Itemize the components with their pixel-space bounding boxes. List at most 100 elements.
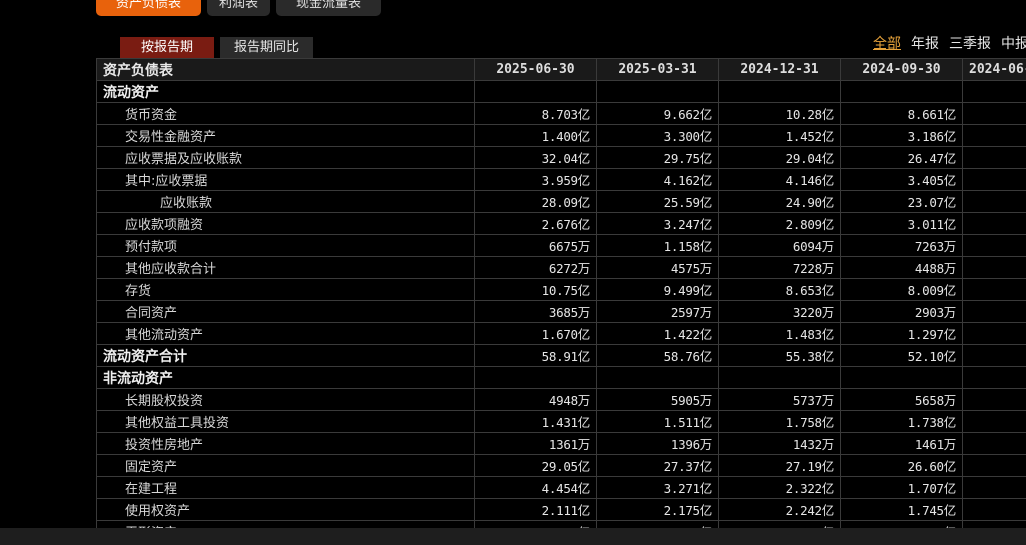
filter-annual[interactable]: 年报 bbox=[911, 33, 939, 53]
column-header-date[interactable]: 2024-12-31 bbox=[718, 58, 841, 81]
cell-value: 28.09亿 bbox=[474, 190, 597, 213]
cell-value: 32.04亿 bbox=[474, 146, 597, 169]
cell-value bbox=[718, 80, 841, 103]
horizontal-scrollbar[interactable] bbox=[0, 528, 1026, 545]
table-row: 货币资金 8.703亿 9.662亿 10.28亿 8.661亿 bbox=[96, 102, 1026, 125]
cell-value: 7263万 bbox=[840, 234, 963, 257]
balance-sheet-table-container[interactable]: 资产负债表 2025-06-30 2025-03-31 2024-12-31 2… bbox=[96, 58, 1026, 528]
cell-value bbox=[840, 80, 963, 103]
tab-cash-flow[interactable]: 现金流量表 bbox=[276, 0, 382, 16]
cell-value bbox=[596, 366, 719, 389]
row-label: 流动资产合计 bbox=[96, 344, 475, 367]
cell-value bbox=[962, 410, 1026, 433]
row-label: 其他权益工具投资 bbox=[96, 410, 475, 433]
cell-value: 1396万 bbox=[596, 432, 719, 455]
table-row: 应收账款 28.09亿 25.59亿 24.90亿 23.07亿 bbox=[96, 190, 1026, 213]
row-label: 应收账款 bbox=[96, 190, 475, 213]
filter-all[interactable]: 全部 bbox=[873, 33, 901, 53]
row-label: 其他流动资产 bbox=[96, 322, 475, 345]
cell-value bbox=[962, 278, 1026, 301]
report-type-tabs: 资产负债表 利润表 现金流量表 bbox=[96, 0, 382, 16]
table-row: 其中:应收票据 3.959亿 4.162亿 4.146亿 3.405亿 bbox=[96, 168, 1026, 191]
cell-value bbox=[962, 520, 1026, 528]
balance-sheet-table: 资产负债表 2025-06-30 2025-03-31 2024-12-31 2… bbox=[96, 58, 1026, 528]
tab-by-report-period[interactable]: 按报告期 bbox=[120, 37, 215, 58]
cell-value bbox=[840, 366, 963, 389]
cell-value: 3685万 bbox=[474, 300, 597, 323]
table-row: 使用权资产 2.111亿 2.175亿 2.242亿 1.745亿 bbox=[96, 498, 1026, 521]
column-header-date[interactable]: 2024-09-30 bbox=[840, 58, 963, 81]
row-label: 在建工程 bbox=[96, 476, 475, 499]
cell-value: 3.271亿 bbox=[596, 476, 719, 499]
cell-value bbox=[962, 124, 1026, 147]
cell-value: 1361万 bbox=[474, 432, 597, 455]
cell-value: 6272万 bbox=[474, 256, 597, 279]
row-label: 使用权资产 bbox=[96, 498, 475, 521]
cell-value bbox=[962, 234, 1026, 257]
cell-value bbox=[962, 190, 1026, 213]
cell-value: 1.400亿 bbox=[474, 124, 597, 147]
filter-interim[interactable]: 中报 bbox=[1001, 33, 1026, 53]
table-row: 长期股权投资 4948万 5905万 5737万 5658万 bbox=[96, 388, 1026, 411]
table-row: 在建工程 4.454亿 3.271亿 2.322亿 1.707亿 bbox=[96, 476, 1026, 499]
table-header-row: 资产负债表 2025-06-30 2025-03-31 2024-12-31 2… bbox=[96, 58, 1026, 81]
cell-value: 2.175亿 bbox=[596, 498, 719, 521]
table-row: 存货 10.75亿 9.499亿 8.653亿 8.009亿 bbox=[96, 278, 1026, 301]
cell-value bbox=[962, 212, 1026, 235]
cell-value: 1.431亿 bbox=[474, 410, 597, 433]
row-label: 预付款项 bbox=[96, 234, 475, 257]
cell-value: 4488万 bbox=[840, 256, 963, 279]
column-header-date[interactable]: 2024-06-30 bbox=[962, 58, 1026, 81]
column-header-date[interactable]: 2025-06-30 bbox=[474, 58, 597, 81]
section-header-row: 非流动资产 bbox=[96, 366, 1026, 389]
cell-value: 1.745亿 bbox=[840, 498, 963, 521]
cell-value bbox=[474, 366, 597, 389]
cell-value: 5737万 bbox=[718, 388, 841, 411]
cell-value bbox=[718, 366, 841, 389]
cell-value: 1.158亿 bbox=[596, 234, 719, 257]
cell-value bbox=[962, 476, 1026, 499]
cell-value bbox=[962, 388, 1026, 411]
row-label: 非流动资产 bbox=[96, 366, 475, 389]
tab-income-statement[interactable]: 利润表 bbox=[207, 0, 271, 16]
cell-value bbox=[962, 366, 1026, 389]
cell-value: 2.111亿 bbox=[474, 498, 597, 521]
cell-value bbox=[962, 344, 1026, 367]
cell-value: 8.703亿 bbox=[474, 102, 597, 125]
cell-value: 3220万 bbox=[718, 300, 841, 323]
report-mode-tabs: 按报告期 报告期同比 bbox=[120, 37, 314, 58]
table-row: 投资性房地产 1361万 1396万 1432万 1461万 bbox=[96, 432, 1026, 455]
cell-value bbox=[962, 454, 1026, 477]
table-row: 预付款项 6675万 1.158亿 6094万 7263万 bbox=[96, 234, 1026, 257]
cell-value: 1.738亿 bbox=[840, 410, 963, 433]
cell-value: 9.662亿 bbox=[596, 102, 719, 125]
cell-value bbox=[474, 80, 597, 103]
tab-report-period-yoy[interactable]: 报告期同比 bbox=[220, 37, 314, 58]
cell-value: 29.05亿 bbox=[474, 454, 597, 477]
section-header-row: 流动资产 bbox=[96, 80, 1026, 103]
tab-balance-sheet[interactable]: 资产负债表 bbox=[96, 0, 202, 16]
cell-value bbox=[962, 80, 1026, 103]
row-label: 无形资产 bbox=[96, 520, 475, 528]
cell-value: 4.454亿 bbox=[474, 476, 597, 499]
cell-value: 1461万 bbox=[840, 432, 963, 455]
column-header-date[interactable]: 2025-03-31 bbox=[596, 58, 719, 81]
row-label: 其他应收款合计 bbox=[96, 256, 475, 279]
cell-value: 4575万 bbox=[596, 256, 719, 279]
cell-value: 3.405亿 bbox=[840, 168, 963, 191]
row-label: 应收票据及应收账款 bbox=[96, 146, 475, 169]
cell-value: 24.90亿 bbox=[718, 190, 841, 213]
cell-value: 2903万 bbox=[840, 300, 963, 323]
period-filter: 全部 年报 三季报 中报 bbox=[873, 33, 1026, 53]
cell-value: 2.242亿 bbox=[718, 498, 841, 521]
cell-value: 3.247亿 bbox=[596, 212, 719, 235]
row-label: 投资性房地产 bbox=[96, 432, 475, 455]
row-label: 交易性金融资产 bbox=[96, 124, 475, 147]
cell-value: 9.499亿 bbox=[596, 278, 719, 301]
table-row: 其他应收款合计 6272万 4575万 7228万 4488万 bbox=[96, 256, 1026, 279]
cell-value: 1.511亿 bbox=[596, 410, 719, 433]
row-label: 合同资产 bbox=[96, 300, 475, 323]
filter-q3[interactable]: 三季报 bbox=[949, 33, 991, 53]
cell-value: 4.010亿 bbox=[474, 520, 597, 528]
cell-value: 3.959亿 bbox=[474, 168, 597, 191]
